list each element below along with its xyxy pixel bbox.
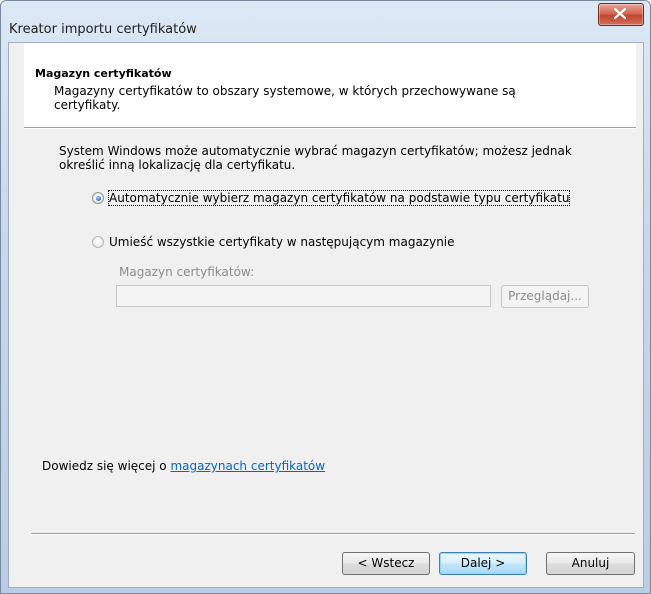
header-divider	[24, 127, 636, 129]
browse-button[interactable]: Przeglądaj...	[501, 285, 589, 308]
manual-store-radio[interactable]	[92, 236, 104, 248]
cancel-button[interactable]: Anuluj	[546, 552, 635, 575]
window-title: Kreator importu certyfikatów	[9, 22, 197, 37]
back-button[interactable]: < Wstecz	[342, 552, 430, 575]
wizard-content: Magazyn certyfikatów Magazyny certyfikat…	[8, 42, 644, 588]
footer-divider	[31, 533, 635, 535]
manual-store-label[interactable]: Umieść wszystkie certyfikaty w następują…	[109, 235, 455, 249]
auto-select-label[interactable]: Automatycznie wybierz magazyn certyfikat…	[107, 190, 571, 206]
page-description: Magazyny certyfikatów to obszary systemo…	[54, 84, 516, 112]
page-title: Magazyn certyfikatów	[35, 67, 172, 80]
intro-text: System Windows może automatycznie wybrać…	[59, 144, 572, 172]
manual-store-option[interactable]: Umieść wszystkie certyfikaty w następują…	[92, 235, 455, 249]
store-input[interactable]	[116, 285, 491, 307]
next-button[interactable]: Dalej >	[439, 552, 527, 575]
auto-select-radio[interactable]	[92, 192, 104, 204]
close-button[interactable]	[598, 3, 644, 26]
certificate-stores-link[interactable]: magazynach certyfikatów	[170, 459, 325, 473]
auto-select-option[interactable]: Automatycznie wybierz magazyn certyfikat…	[92, 190, 571, 206]
store-field-label: Magazyn certyfikatów:	[119, 265, 255, 279]
certificate-import-wizard-window: Kreator importu certyfikatów Magazyn cer…	[0, 0, 651, 594]
title-bar[interactable]: Kreator importu certyfikatów	[1, 1, 650, 41]
learn-more-text: Dowiedz się więcej o magazynach certyfik…	[42, 459, 325, 473]
learn-more-prefix: Dowiedz się więcej o	[42, 459, 171, 473]
close-icon	[614, 8, 626, 19]
